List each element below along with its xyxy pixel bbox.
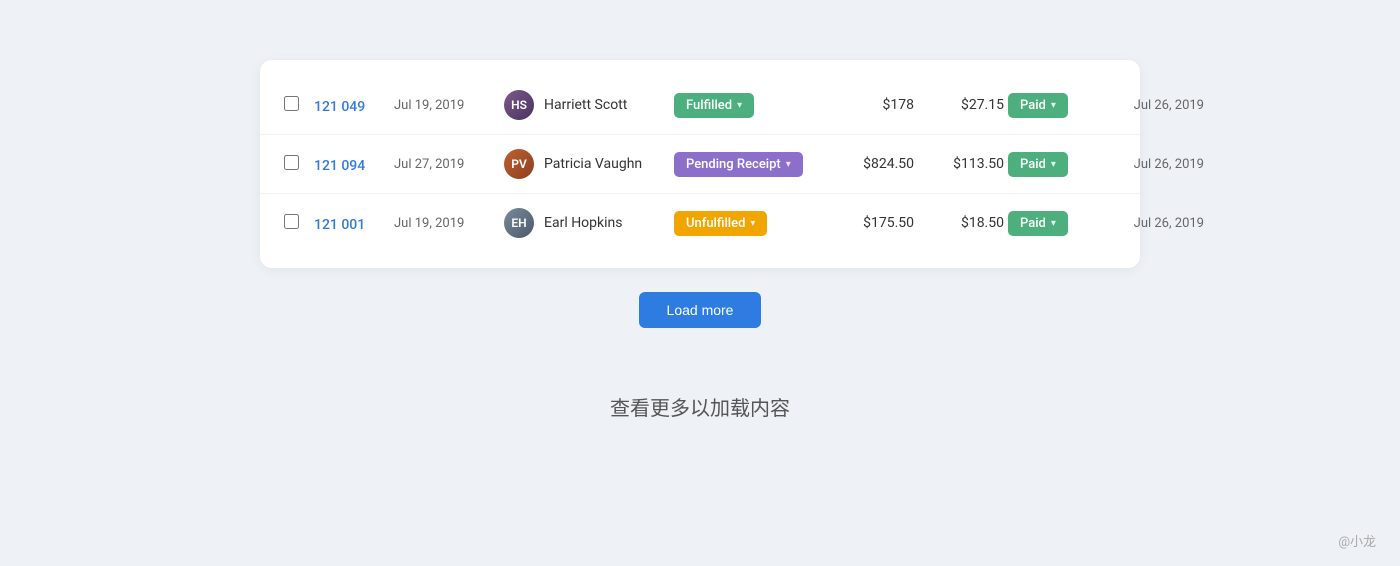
fulfillment-status-badge[interactable]: Fulfilled ▾ bbox=[674, 93, 754, 118]
payment-chevron-icon: ▾ bbox=[1051, 159, 1056, 170]
order-fee: $27.15 bbox=[914, 97, 1004, 113]
row-checkbox-col bbox=[284, 96, 314, 115]
last-date: Jul 26, 2019 bbox=[1104, 98, 1204, 113]
avatar: EH bbox=[504, 208, 534, 238]
fulfillment-status-col: Fulfilled ▾ bbox=[674, 93, 824, 118]
order-amount: $175.50 bbox=[824, 215, 914, 231]
order-link[interactable]: 121 094 bbox=[314, 158, 365, 174]
watermark: @小龙 bbox=[1338, 531, 1376, 550]
orders-card: 121 049 Jul 19, 2019 HS Harriett Scott F… bbox=[260, 60, 1140, 268]
payment-status-col: Paid ▾ bbox=[1004, 152, 1104, 177]
customer-name: Patricia Vaughn bbox=[544, 156, 674, 172]
order-link[interactable]: 121 001 bbox=[314, 217, 365, 233]
payment-status-col: Paid ▾ bbox=[1004, 211, 1104, 236]
row-checkbox-col bbox=[284, 214, 314, 233]
avatar: HS bbox=[504, 90, 534, 120]
subtitle-text: 查看更多以加载内容 bbox=[610, 392, 790, 421]
customer-avatar-col: PV bbox=[504, 149, 544, 179]
payment-status-badge[interactable]: Paid ▾ bbox=[1008, 93, 1068, 118]
payment-status-badge[interactable]: Paid ▾ bbox=[1008, 152, 1068, 177]
row-checkbox[interactable] bbox=[284, 155, 299, 170]
fulfillment-status-col: Pending Receipt ▾ bbox=[674, 152, 824, 177]
order-number[interactable]: 121 049 bbox=[314, 96, 394, 115]
order-date: Jul 19, 2019 bbox=[394, 216, 504, 231]
fulfillment-status-badge[interactable]: Pending Receipt ▾ bbox=[674, 152, 803, 177]
last-date: Jul 26, 2019 bbox=[1104, 216, 1204, 231]
table-row: 121 094 Jul 27, 2019 PV Patricia Vaughn … bbox=[260, 135, 1140, 194]
avatar: PV bbox=[504, 149, 534, 179]
payment-status-badge[interactable]: Paid ▾ bbox=[1008, 211, 1068, 236]
order-link[interactable]: 121 049 bbox=[314, 99, 365, 115]
payment-chevron-icon: ▾ bbox=[1051, 218, 1056, 229]
order-date: Jul 19, 2019 bbox=[394, 98, 504, 113]
row-checkbox[interactable] bbox=[284, 214, 299, 229]
payment-chevron-icon: ▾ bbox=[1051, 100, 1056, 111]
load-more-button[interactable]: Load more bbox=[639, 292, 762, 328]
fulfillment-status-col: Unfulfilled ▾ bbox=[674, 211, 824, 236]
order-amount: $824.50 bbox=[824, 156, 914, 172]
customer-avatar-col: HS bbox=[504, 90, 544, 120]
table-row: 121 049 Jul 19, 2019 HS Harriett Scott F… bbox=[260, 76, 1140, 135]
order-date: Jul 27, 2019 bbox=[394, 157, 504, 172]
payment-status-col: Paid ▾ bbox=[1004, 93, 1104, 118]
fulfillment-status-badge[interactable]: Unfulfilled ▾ bbox=[674, 211, 767, 236]
order-fee: $18.50 bbox=[914, 215, 1004, 231]
status-chevron-icon: ▾ bbox=[737, 100, 742, 111]
load-more-container: Load more bbox=[639, 292, 762, 328]
table-row: 121 001 Jul 19, 2019 EH Earl Hopkins Unf… bbox=[260, 194, 1140, 252]
row-checkbox-col bbox=[284, 155, 314, 174]
order-number[interactable]: 121 001 bbox=[314, 214, 394, 233]
status-chevron-icon: ▾ bbox=[786, 159, 791, 170]
order-number[interactable]: 121 094 bbox=[314, 155, 394, 174]
last-date: Jul 26, 2019 bbox=[1104, 157, 1204, 172]
customer-avatar-col: EH bbox=[504, 208, 544, 238]
order-amount: $178 bbox=[824, 97, 914, 113]
order-fee: $113.50 bbox=[914, 156, 1004, 172]
row-checkbox[interactable] bbox=[284, 96, 299, 111]
customer-name: Harriett Scott bbox=[544, 97, 674, 113]
status-chevron-icon: ▾ bbox=[750, 218, 755, 229]
customer-name: Earl Hopkins bbox=[544, 215, 674, 231]
